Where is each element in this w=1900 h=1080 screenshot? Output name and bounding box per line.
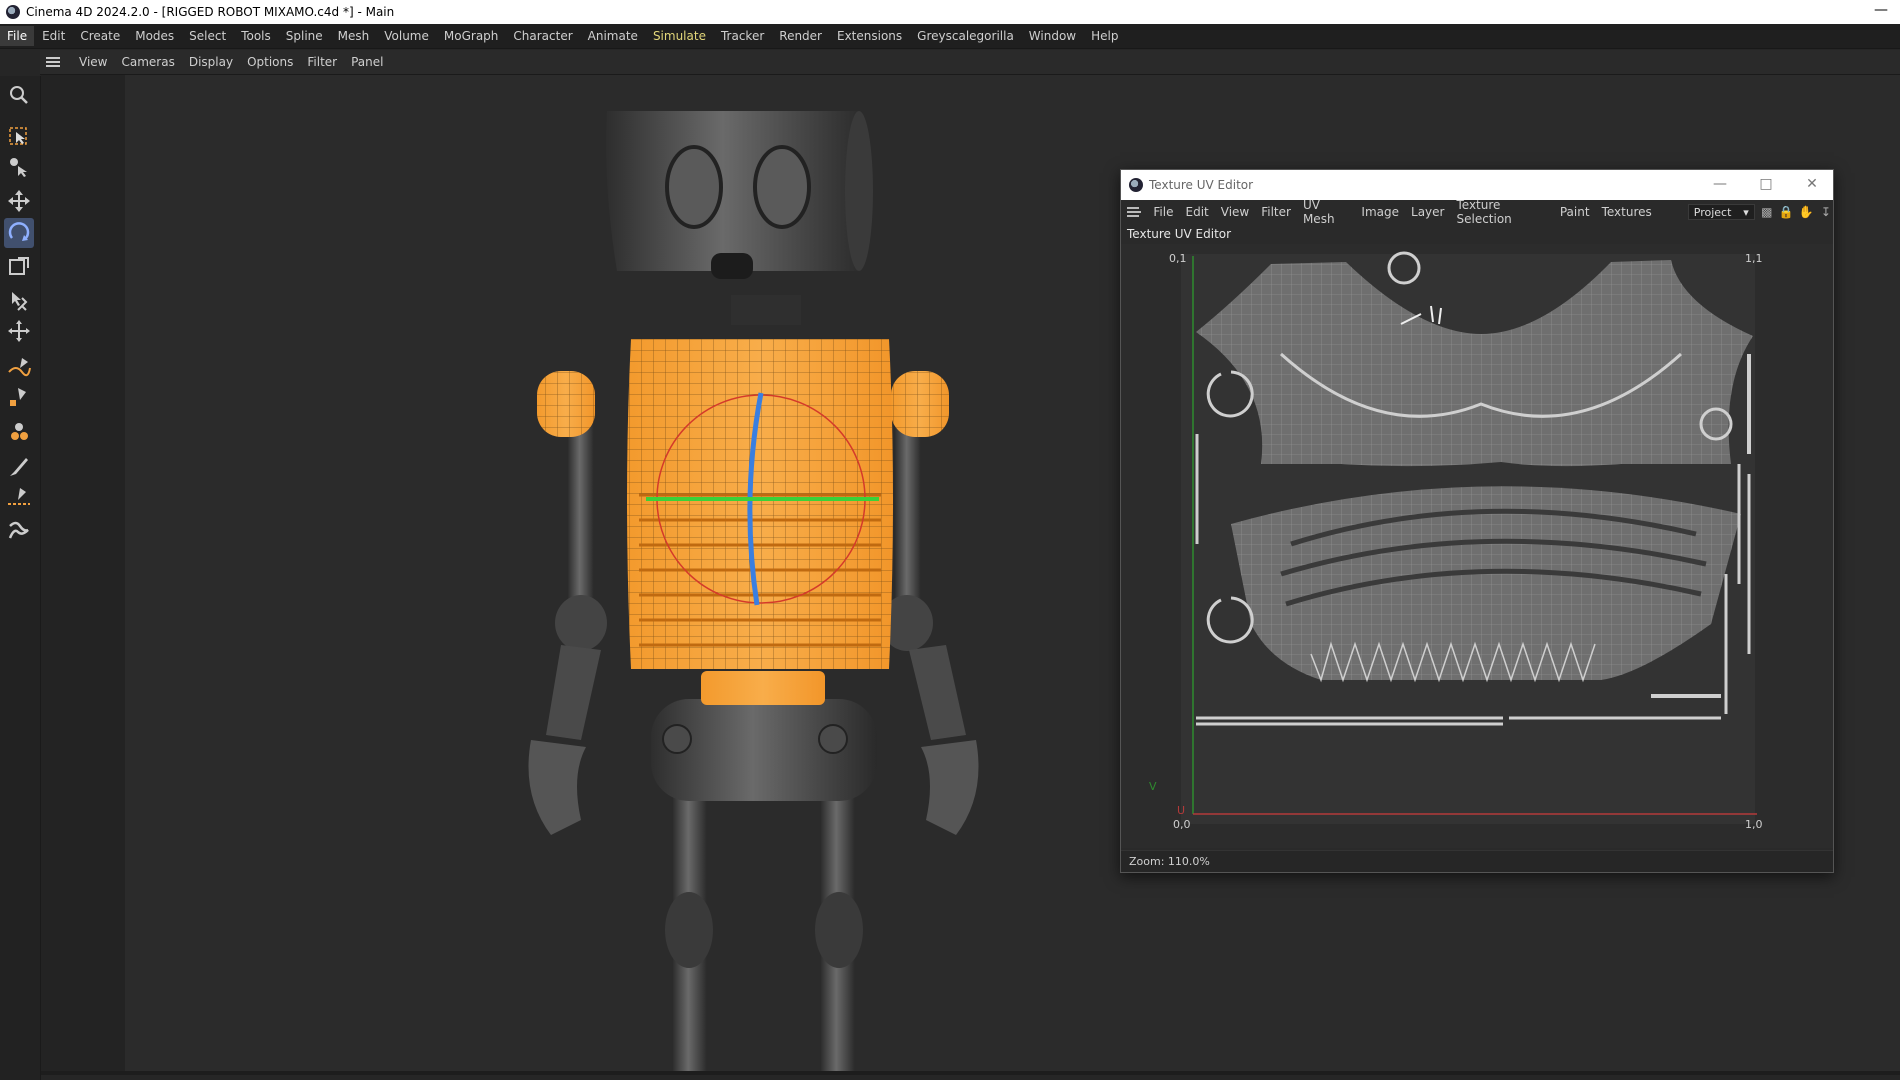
search-icon[interactable]: [4, 80, 34, 110]
menu-volume[interactable]: Volume: [377, 26, 436, 46]
close-button[interactable]: ✕: [1803, 176, 1821, 192]
menu-modes[interactable]: Modes: [128, 26, 181, 46]
menu-mograph[interactable]: MoGraph: [437, 26, 506, 46]
live-selection-icon[interactable]: [4, 122, 34, 152]
viewport-menu-options[interactable]: Options: [240, 53, 300, 71]
snap-move-icon[interactable]: [4, 316, 34, 346]
hamburger-menu-icon[interactable]: [1127, 207, 1142, 217]
maximize-button[interactable]: □: [1757, 176, 1775, 192]
menu-spline[interactable]: Spline: [279, 26, 330, 46]
menu-extensions[interactable]: Extensions: [830, 26, 909, 46]
scale-icon[interactable]: [4, 252, 34, 282]
sculpt-icon[interactable]: [4, 516, 34, 546]
viewport-menu-display[interactable]: Display: [182, 53, 240, 71]
cinema4d-logo-icon: [6, 5, 20, 19]
brush-icon[interactable]: [4, 452, 34, 482]
uv-menu-texture-selection[interactable]: Texture Selection: [1450, 196, 1553, 228]
uv-axis-v-label: V: [1149, 780, 1157, 793]
viewport-menu-cameras[interactable]: Cameras: [114, 53, 181, 71]
left-toolbar: [0, 76, 41, 1080]
robot-legs: [665, 795, 863, 1075]
robot-pelvis: [651, 699, 877, 801]
menu-mesh[interactable]: Mesh: [331, 26, 377, 46]
menu-greyscalegorilla[interactable]: Greyscalegorilla: [910, 26, 1021, 46]
viewport-bottom-edge: [41, 1071, 1900, 1075]
histogram-icon[interactable]: ▩: [1760, 204, 1774, 220]
chevron-down-icon: ▾: [1743, 205, 1749, 219]
hamburger-menu-icon[interactable]: [46, 57, 60, 67]
uv-mesh-view[interactable]: [1121, 244, 1833, 848]
uv-menu-uv-mesh[interactable]: UV Mesh: [1297, 196, 1355, 228]
window-title: Cinema 4D 2024.2.0 - [RIGGED ROBOT MIXAM…: [26, 5, 395, 19]
menu-animate[interactable]: Animate: [581, 26, 645, 46]
minimize-button[interactable]: —: [1711, 176, 1729, 192]
uv-menu-paint[interactable]: Paint: [1554, 203, 1596, 221]
fill-icon[interactable]: [4, 416, 34, 446]
app-titlebar: Cinema 4D 2024.2.0 - [RIGGED ROBOT MIXAM…: [0, 0, 1900, 24]
uv-label-bottom-right: 1,0: [1745, 818, 1763, 831]
minimize-button[interactable]: —: [1874, 2, 1888, 18]
uv-menu-file[interactable]: File: [1147, 203, 1179, 221]
uv-menu-view[interactable]: View: [1215, 203, 1255, 221]
uv-editor-window[interactable]: Texture UV Editor — □ ✕ File Edit View Filt…: [1120, 169, 1834, 873]
menu-edit[interactable]: Edit: [35, 26, 72, 46]
viewport-menubar: View Cameras Display Options Filter Panel: [40, 50, 1900, 75]
spline-pen-icon[interactable]: [4, 352, 34, 382]
uv-editor-menubar: File Edit View Filter UV Mesh Image Layer Textu…: [1121, 198, 1833, 226]
menu-create[interactable]: Create: [73, 26, 127, 46]
menu-file[interactable]: File: [0, 26, 35, 46]
menu-help[interactable]: Help: [1084, 26, 1125, 46]
menu-tracker[interactable]: Tracker: [714, 26, 771, 46]
viewport-menu-filter[interactable]: Filter: [300, 53, 344, 71]
menu-simulate[interactable]: Simulate: [646, 26, 713, 46]
uv-axis-u-label: U: [1177, 804, 1186, 817]
uv-menu-textures[interactable]: Textures: [1596, 203, 1658, 221]
select-tools-icon[interactable]: [4, 152, 34, 182]
uv-menu-layer[interactable]: Layer: [1405, 203, 1450, 221]
cinema4d-logo-icon: [1129, 178, 1143, 192]
project-dropdown[interactable]: Project ▾: [1687, 204, 1755, 220]
uv-menu-edit[interactable]: Edit: [1180, 203, 1215, 221]
paint-icon[interactable]: [4, 382, 34, 412]
menu-tools[interactable]: Tools: [234, 26, 278, 46]
main-menubar: File Edit Create Modes Select Tools Spline Mesh…: [0, 24, 1900, 49]
menu-window[interactable]: Window: [1022, 26, 1083, 46]
menu-select[interactable]: Select: [182, 26, 233, 46]
uv-label-top-right: 1,1: [1745, 252, 1763, 265]
lock-icon[interactable]: 🔒: [1779, 204, 1794, 220]
uv-editor-title: Texture UV Editor: [1149, 178, 1254, 192]
viewport-menu-view[interactable]: View: [72, 53, 114, 71]
uv-menu-filter[interactable]: Filter: [1255, 203, 1297, 221]
robot-head: [606, 111, 873, 325]
transform-icon[interactable]: [4, 286, 34, 316]
uv-zoom-status: Zoom: 110.0%: [1121, 850, 1833, 872]
viewport-menu-panel[interactable]: Panel: [344, 53, 390, 71]
move-icon[interactable]: [4, 186, 34, 216]
menu-render[interactable]: Render: [772, 26, 829, 46]
uv-editor-titlebar[interactable]: Texture UV Editor — □ ✕: [1121, 170, 1833, 200]
hand-icon[interactable]: ✋: [1799, 204, 1814, 220]
menu-character[interactable]: Character: [506, 26, 579, 46]
uv-canvas[interactable]: 0,1 1,1 0,0 1,0 V U: [1121, 244, 1833, 848]
rotate-icon[interactable]: [4, 218, 34, 248]
pin-icon[interactable]: ↧: [1819, 204, 1833, 220]
uv-label-bottom-left: 0,0: [1173, 818, 1191, 831]
selected-torso: [627, 339, 893, 705]
knife-icon[interactable]: [4, 482, 34, 512]
project-dropdown-value: Project: [1693, 205, 1732, 219]
uv-label-top-left: 0,1: [1169, 252, 1187, 265]
uv-menu-image[interactable]: Image: [1355, 203, 1405, 221]
